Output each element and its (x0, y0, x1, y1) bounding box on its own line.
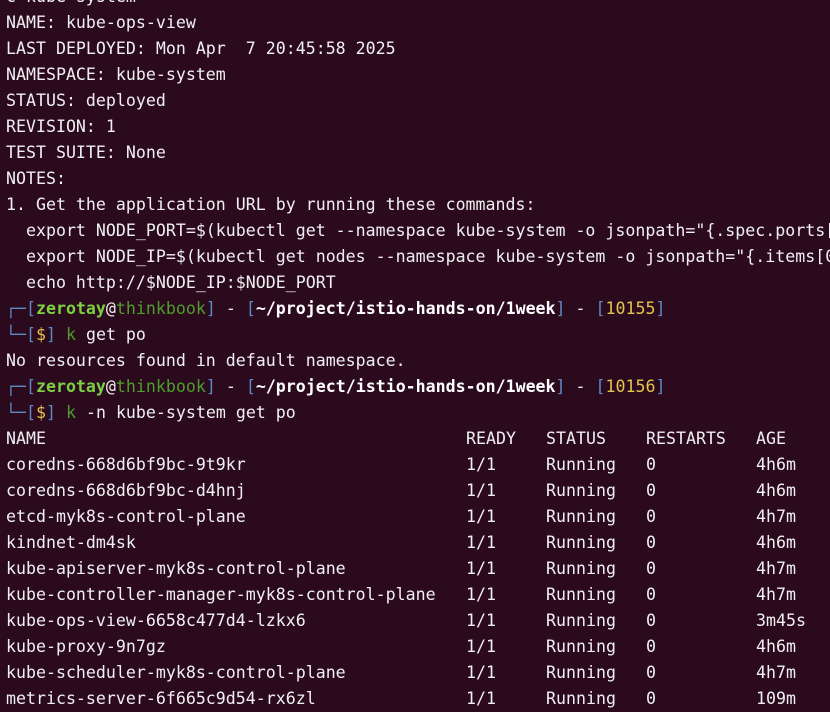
column-header-ready: READY (466, 429, 516, 448)
table-row: kube-proxy-9n7gz 1/1 Running 0 4h6m (6, 634, 830, 660)
pod-age: 4h6m (756, 533, 796, 552)
prompt-history-number: 10155 (605, 299, 656, 318)
pod-name: coredns-668d6bf9bc-d4hnj (6, 481, 246, 500)
prompt-host: thinkbook (115, 299, 206, 318)
pod-restarts: 0 (646, 637, 656, 656)
pods-table-body: coredns-668d6bf9bc-9t9kr 1/1 Running 0 4h6m c… (6, 452, 830, 712)
prompt-history-number: 10156 (605, 377, 656, 396)
prompt-path: ~/project/istio-hands-on/1week (255, 299, 556, 318)
table-row: etcd-myk8s-control-plane 1/1 Running 0 4h7m (6, 504, 830, 530)
output-line: NAMESPACE: kube-system (6, 65, 226, 84)
prompt-path: ~/project/istio-hands-on/1week (255, 377, 556, 396)
column-header-status: STATUS (546, 429, 606, 448)
output-line: No resources found in default namespace. (6, 351, 406, 370)
output-line: LAST DEPLOYED: Mon Apr 7 20:45:58 2025 (6, 39, 396, 58)
pod-ready: 1/1 (466, 455, 496, 474)
pod-ready: 1/1 (466, 663, 496, 682)
pod-status: Running (546, 559, 616, 578)
pod-name: kube-proxy-9n7gz (6, 637, 166, 656)
pod-restarts: 0 (646, 481, 656, 500)
pod-ready: 1/1 (466, 585, 496, 604)
pod-age: 4h6m (756, 455, 796, 474)
pod-age: 4h7m (756, 507, 796, 526)
output-line: TEST SUITE: None (6, 143, 166, 162)
table-row: coredns-668d6bf9bc-d4hnj 1/1 Running 0 4h6m (6, 478, 830, 504)
table-row: kube-controller-manager-myk8s-control-pl… (6, 582, 830, 608)
pod-restarts: 0 (646, 455, 656, 474)
pod-ready: 1/1 (466, 507, 496, 526)
pod-ready: 1/1 (466, 481, 496, 500)
table-row: kube-ops-view-6658c477d4-lzkx6 1/1 Running… (6, 608, 830, 634)
column-header-restarts: RESTARTS (646, 429, 726, 448)
pod-name: metrics-server-6f665c9d54-rx6zl (6, 689, 316, 708)
table-row: kube-apiserver-myk8s-control-plane 1/1 Run… (6, 556, 830, 582)
pod-restarts: 0 (646, 585, 656, 604)
command-alias: k (65, 403, 76, 422)
command-alias: k (65, 325, 76, 344)
output-line: NOTES: (6, 169, 66, 188)
output-line: export NODE_IP=$(kubectl get nodes --nam… (6, 247, 830, 266)
output-line: echo http://$NODE_IP:$NODE_PORT (6, 273, 336, 292)
prompt-user: zerotay (35, 299, 106, 318)
output-line: export NODE_PORT=$(kubectl get --namespa… (6, 221, 830, 240)
prompt-user: zerotay (35, 377, 106, 396)
column-header-name: NAME (6, 429, 46, 448)
table-row: metrics-server-6f665c9d54-rx6zl 1/1 Runnin… (6, 686, 830, 712)
prompt-command-line: └─[$] k get po (6, 325, 146, 344)
pod-status: Running (546, 481, 616, 500)
pod-name: coredns-668d6bf9bc-9t9kr (6, 455, 246, 474)
pod-age: 4h7m (756, 559, 796, 578)
output-line: REVISION: 1 (6, 117, 116, 136)
table-row: kindnet-dm4sk 1/1 Running 0 4h6m (6, 530, 830, 556)
pod-restarts: 0 (646, 533, 656, 552)
pod-status: Running (546, 611, 616, 630)
pod-name: kube-scheduler-myk8s-control-plane (6, 663, 346, 682)
table-row: kube-scheduler-myk8s-control-plane 1/1 Run… (6, 660, 830, 686)
pod-status: Running (546, 689, 616, 708)
pod-restarts: 0 (646, 689, 656, 708)
pod-ready: 1/1 (466, 689, 496, 708)
table-row: coredns-668d6bf9bc-9t9kr 1/1 Running 0 4h6m (6, 452, 830, 478)
pod-age: 4h7m (756, 585, 796, 604)
pod-name: kube-ops-view-6658c477d4-lzkx6 (6, 611, 306, 630)
pods-table-header: NAME READY STATUS RESTARTS AGE (6, 426, 830, 452)
pod-name: kube-apiserver-myk8s-control-plane (6, 559, 346, 578)
pod-age: 4h6m (756, 637, 796, 656)
output-line: NAME: kube-ops-view (6, 13, 196, 32)
prompt-header: ┌─[zerotay@thinkbook] - [~/project/istio… (6, 377, 666, 396)
pod-status: Running (546, 663, 616, 682)
pod-restarts: 0 (646, 611, 656, 630)
prompt-command-line: └─[$] k -n kube-system get po (6, 403, 296, 422)
pod-name: etcd-myk8s-control-plane (6, 507, 246, 526)
pod-status: Running (546, 533, 616, 552)
pod-status: Running (546, 507, 616, 526)
pod-age: 4h7m (756, 663, 796, 682)
pod-status: Running (546, 637, 616, 656)
pod-name: kindnet-dm4sk (6, 533, 136, 552)
output-line: 1. Get the application URL by running th… (6, 195, 536, 214)
pod-ready: 1/1 (466, 611, 496, 630)
pod-ready: 1/1 (466, 637, 496, 656)
prompt-host: thinkbook (115, 377, 206, 396)
pod-age: 3m45s (756, 611, 806, 630)
pod-ready: 1/1 (466, 559, 496, 578)
pod-status: Running (546, 455, 616, 474)
pod-age: 4h6m (756, 481, 796, 500)
command-args: get po (75, 325, 146, 344)
terminal-output[interactable]: c kube-system NAME: kube-ops-view LAST D… (6, 0, 830, 712)
command-args: -n kube-system get po (75, 403, 296, 422)
output-line: c kube-system (6, 0, 830, 10)
pod-status: Running (546, 585, 616, 604)
pod-restarts: 0 (646, 663, 656, 682)
pod-restarts: 0 (646, 507, 656, 526)
prompt-header: ┌─[zerotay@thinkbook] - [~/project/istio… (6, 299, 666, 318)
pod-name: kube-controller-manager-myk8s-control-pl… (6, 585, 436, 604)
pod-ready: 1/1 (466, 533, 496, 552)
pod-age: 109m (756, 689, 796, 708)
pod-restarts: 0 (646, 559, 656, 578)
output-line: STATUS: deployed (6, 91, 166, 110)
column-header-age: AGE (756, 429, 786, 448)
